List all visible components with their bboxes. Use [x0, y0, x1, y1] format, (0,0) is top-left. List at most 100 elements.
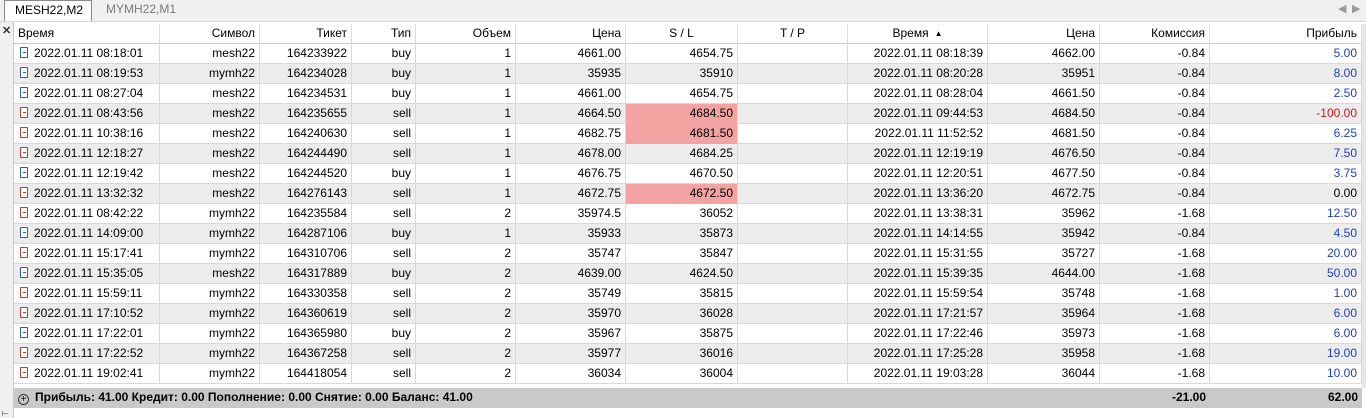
cell-close-time: 2022.01.11 14:14:55: [848, 224, 988, 244]
open-time-text: 2022.01.11 12:18:27: [34, 146, 144, 160]
column-header-type[interactable]: Тип: [352, 24, 416, 44]
cell-commission: -0.84: [1100, 184, 1210, 204]
cell-sl: 4654.75: [626, 84, 738, 104]
cell-open-price: 36034: [516, 364, 626, 384]
tab-mymh22-m1[interactable]: MYMH22,M1: [96, 0, 186, 21]
cell-commission: -1.68: [1100, 304, 1210, 324]
cell-close-time: 2022.01.11 13:38:31: [848, 204, 988, 224]
cell-open-time: 2022.01.11 10:38:16: [14, 124, 160, 144]
table-row[interactable]: 2022.01.11 19:02:41 mymh22 164418054 sell 2 3…: [14, 364, 1362, 384]
tab-mesh22-m2[interactable]: MESH22,M2: [4, 0, 92, 21]
cell-symbol: mesh22: [160, 184, 260, 204]
open-time-text: 2022.01.11 15:17:41: [34, 246, 144, 260]
column-header-ticket[interactable]: Тикет: [260, 24, 352, 44]
cell-volume: 2: [416, 264, 516, 284]
table-row[interactable]: 2022.01.11 12:19:42 mesh22 164244520 buy 1 46…: [14, 164, 1362, 184]
summary-commission-total: -21.00: [1171, 390, 1206, 404]
cell-tp: [738, 44, 848, 64]
cell-open-price: 4639.00: [516, 264, 626, 284]
expand-plus-icon[interactable]: +: [18, 394, 29, 405]
cell-open-time: 2022.01.11 14:09:00: [14, 224, 160, 244]
cell-open-time: 2022.01.11 17:10:52: [14, 304, 160, 324]
column-header-sl[interactable]: S / L: [626, 24, 738, 44]
table-row[interactable]: 2022.01.11 08:42:22 mymh22 164235584 sell 2 3…: [14, 204, 1362, 224]
table-row[interactable]: 2022.01.11 08:43:56 mesh22 164235655 sell 1 4…: [14, 104, 1362, 124]
cell-tp: [738, 204, 848, 224]
cell-volume: 1: [416, 184, 516, 204]
column-header-open-time[interactable]: Время: [14, 24, 160, 44]
table-row[interactable]: 2022.01.11 17:22:01 mymh22 164365980 buy 2 35…: [14, 324, 1362, 344]
cell-commission: -1.68: [1100, 364, 1210, 384]
tab-scroll-left-icon[interactable]: ◀: [1338, 2, 1346, 15]
cell-volume: 2: [416, 344, 516, 364]
column-header-open-price[interactable]: Цена: [516, 24, 626, 44]
table-row[interactable]: 2022.01.11 15:59:11 mymh22 164330358 sell 2 3…: [14, 284, 1362, 304]
cell-type: sell: [352, 364, 416, 384]
cell-sl: 35815: [626, 284, 738, 304]
cell-type: buy: [352, 44, 416, 64]
cell-volume: 1: [416, 164, 516, 184]
cell-type: sell: [352, 284, 416, 304]
cell-commission: -1.68: [1100, 344, 1210, 364]
table-row[interactable]: 2022.01.11 08:19:53 mymh22 164234028 buy 1 35…: [14, 64, 1362, 84]
cell-symbol: mesh22: [160, 164, 260, 184]
sell-order-icon: [20, 127, 28, 138]
cell-close-time: 2022.01.11 15:39:35: [848, 264, 988, 284]
table-row[interactable]: 2022.01.11 12:18:27 mesh22 164244490 sell 1 4…: [14, 144, 1362, 164]
cell-open-price: 35977: [516, 344, 626, 364]
cell-open-time: 2022.01.11 15:35:05: [14, 264, 160, 284]
cell-commission: -1.68: [1100, 264, 1210, 284]
cell-open-time: 2022.01.11 17:22:52: [14, 344, 160, 364]
cell-open-price: 4672.75: [516, 184, 626, 204]
table-row[interactable]: 2022.01.11 17:10:52 mymh22 164360619 sell 2 3…: [14, 304, 1362, 324]
table-row[interactable]: 2022.01.11 10:38:16 mesh22 164240630 sell 1 4…: [14, 124, 1362, 144]
cell-open-time: 2022.01.11 19:02:41: [14, 364, 160, 384]
vertical-scrollbar[interactable]: [1362, 24, 1366, 388]
cell-open-price: 4664.50: [516, 104, 626, 124]
cell-ticket: 164310706: [260, 244, 352, 264]
cell-sl: 35873: [626, 224, 738, 244]
cell-ticket: 164276143: [260, 184, 352, 204]
cell-sl: 4672.50: [626, 184, 738, 204]
cell-close-time: 2022.01.11 08:20:28: [848, 64, 988, 84]
cell-profit: 7.50: [1210, 144, 1362, 164]
column-header-profit[interactable]: Прибыль: [1210, 24, 1362, 44]
column-header-commission[interactable]: Комиссия: [1100, 24, 1210, 44]
column-header-tp[interactable]: T / P: [738, 24, 848, 44]
cell-type: sell: [352, 124, 416, 144]
cell-tp: [738, 344, 848, 364]
table-row[interactable]: 2022.01.11 17:22:52 mymh22 164367258 sell 2 3…: [14, 344, 1362, 364]
open-time-text: 2022.01.11 17:10:52: [34, 306, 144, 320]
column-header-close-time[interactable]: Время ▲: [848, 24, 988, 44]
chart-tab-bar: MESH22,M2 MYMH22,M1 ◀ ▶: [0, 0, 1366, 22]
column-header-volume[interactable]: Объем: [416, 24, 516, 44]
tab-scroll-right-icon[interactable]: ▶: [1352, 2, 1360, 15]
cell-close-time: 2022.01.11 08:18:39: [848, 44, 988, 64]
column-header-symbol[interactable]: Символ: [160, 24, 260, 44]
cell-symbol: mymh22: [160, 224, 260, 244]
cell-profit: 2.50: [1210, 84, 1362, 104]
column-header-close-price[interactable]: Цена: [988, 24, 1100, 44]
cell-commission: -0.84: [1100, 104, 1210, 124]
cell-commission: -1.68: [1100, 324, 1210, 344]
table-row[interactable]: 2022.01.11 14:09:00 mymh22 164287106 buy 1 35…: [14, 224, 1362, 244]
table-row[interactable]: 2022.01.11 15:35:05 mesh22 164317889 buy 2 46…: [14, 264, 1362, 284]
close-icon[interactable]: ✕: [2, 24, 11, 37]
table-row[interactable]: 2022.01.11 08:27:04 mesh22 164234531 buy 1 46…: [14, 84, 1362, 104]
history-table: Время Символ Тикет Тип Объем Цена S / L …: [14, 24, 1362, 384]
cell-tp: [738, 224, 848, 244]
table-row[interactable]: 2022.01.11 13:32:32 mesh22 164276143 sell 1 4…: [14, 184, 1362, 204]
cell-volume: 2: [416, 284, 516, 304]
cell-open-price: 35967: [516, 324, 626, 344]
cell-type: sell: [352, 104, 416, 124]
cell-open-price: 35974.5: [516, 204, 626, 224]
table-row[interactable]: 2022.01.11 08:18:01 mesh22 164233922 buy 1 46…: [14, 44, 1362, 64]
open-time-text: 2022.01.11 15:35:05: [34, 266, 144, 280]
cell-type: sell: [352, 344, 416, 364]
cell-profit: 12.50: [1210, 204, 1362, 224]
cell-profit: 19.00: [1210, 344, 1362, 364]
open-time-text: 2022.01.11 08:43:56: [34, 106, 144, 120]
table-body: 2022.01.11 08:18:01 mesh22 164233922 buy 1 46…: [14, 44, 1362, 384]
table-row[interactable]: 2022.01.11 15:17:41 mymh22 164310706 sell 2 3…: [14, 244, 1362, 264]
cell-open-price: 4678.00: [516, 144, 626, 164]
